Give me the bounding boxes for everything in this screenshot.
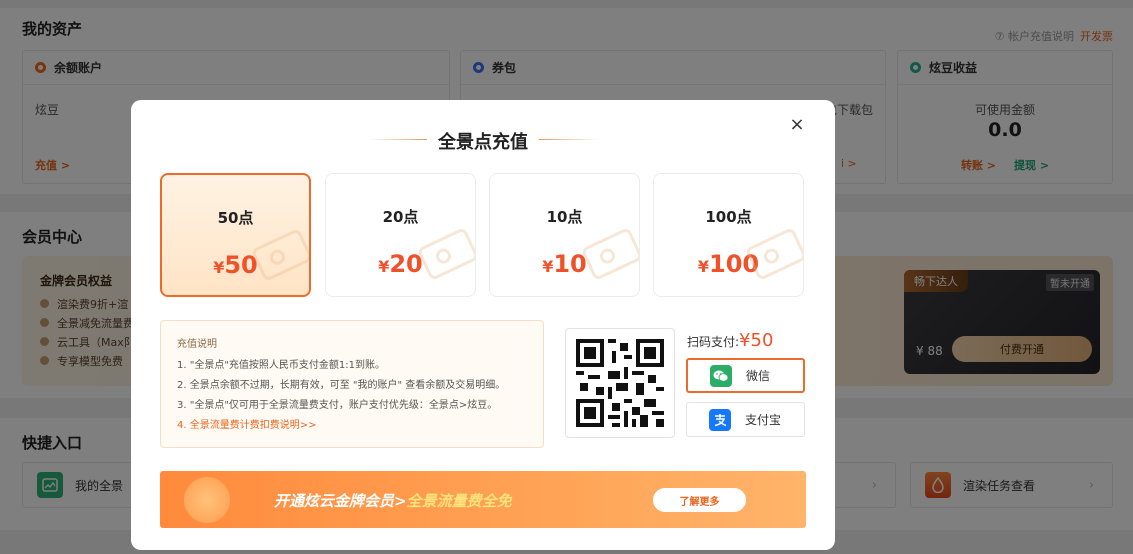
alipay-option[interactable]: 支付宝 [686,402,805,437]
package-list: 50点 ¥50 20点 ¥20 10点 ¥10 100点 ¥100 [160,173,806,297]
currency-symbol: ¥ [378,257,390,276]
modal-title: 全景点充值 [438,132,528,153]
package-option-10[interactable]: 10点 ¥10 [489,173,640,297]
wechat-icon [710,364,732,387]
currency-symbol: ¥ [697,257,710,276]
banner-text: 开通炫云金牌会员>全景流量费全免 [274,490,512,511]
ticket-deco-icon [582,229,639,279]
package-option-20[interactable]: 20点 ¥20 [325,173,476,297]
banner-text-main: 开通炫云金牌会员> [274,492,407,510]
alipay-icon [709,408,731,431]
banner-circle-deco [184,477,230,523]
ticket-deco-icon [746,229,803,279]
package-option-50[interactable]: 50点 ¥50 [160,173,311,297]
notes-line: 2. 全景点余额不过期，长期有效，可至 "我的账户" 查看余额及交易明细。 [177,380,506,391]
banner-text-highlight: 全景流量费全免 [406,492,512,510]
qr-code-icon [576,339,664,427]
close-icon[interactable]: × [785,112,809,136]
notes-line: 3. "全景点"仅可用于全景流量费支付，账户支付优先级：全景点>炫豆。 [177,400,498,411]
wechat-label: 微信 [746,369,771,383]
scan-pay-text: 扫码支付: [687,335,740,349]
notes-line: 1. "全景点"充值按照人民币支付金额1:1到账。 [177,360,386,371]
gold-member-banner[interactable]: 开通炫云金牌会员>全景流量费全免 了解更多 [160,471,806,528]
scan-pay-amount: 50 [750,330,774,351]
title-divider-right [539,139,599,140]
currency-symbol: ¥ [213,258,225,277]
payment-qr-code [565,328,675,438]
package-option-100[interactable]: 100点 ¥100 [653,173,804,297]
learn-more-button[interactable]: 了解更多 [653,488,746,512]
ticket-deco-icon [418,229,475,279]
scan-pay-label: 扫码支付:¥50 [687,330,773,351]
alipay-label: 支付宝 [745,413,782,427]
wechat-pay-option[interactable]: 微信 [686,358,805,393]
panorama-recharge-modal: 全景点充值 × 50点 ¥50 20点 ¥20 10点 ¥10 100点 ¥10… [131,100,835,550]
ticket-deco-icon [252,230,309,280]
notes-title: 充值说明 [177,339,217,350]
scan-pay-currency: ¥ [739,330,751,351]
billing-rules-link[interactable]: 4. 全景流量费计费扣费说明>> [177,416,527,436]
currency-symbol: ¥ [542,257,554,276]
recharge-notes: 充值说明 1. "全景点"充值按照人民币支付金额1:1到账。 2. 全景点余额不… [160,320,544,448]
